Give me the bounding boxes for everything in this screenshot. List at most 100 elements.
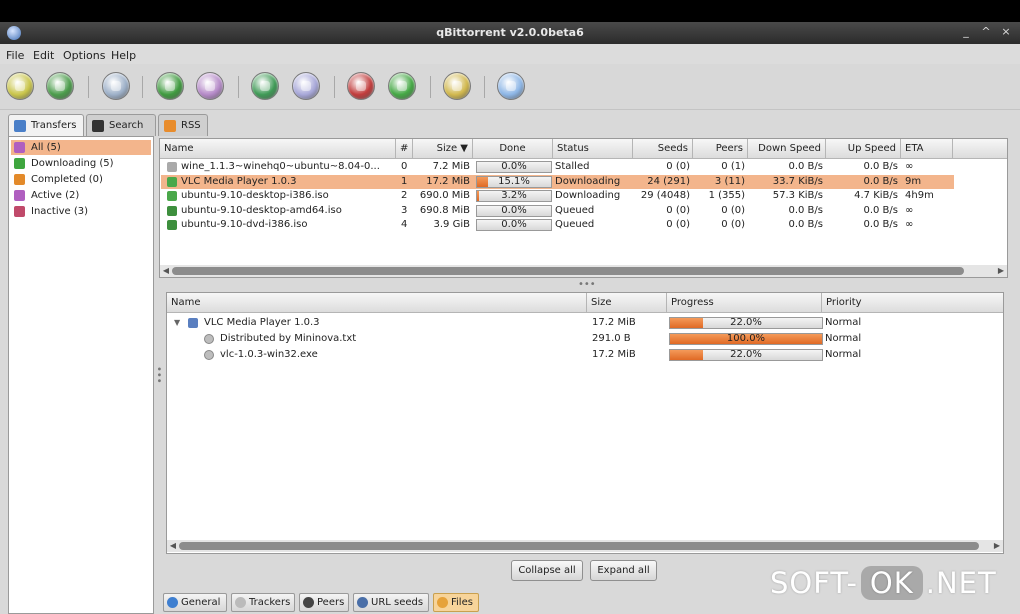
inactive-icon bbox=[14, 206, 25, 217]
collapse-all-button[interactable]: Collapse all bbox=[511, 560, 583, 581]
delete-button[interactable] bbox=[102, 72, 130, 100]
expand-arrow-icon[interactable]: ▼ bbox=[174, 315, 184, 329]
progress-label: 15.1% bbox=[498, 175, 530, 187]
app-window: qBittorrent v2.0.0beta6 _ ^ × File Edit … bbox=[0, 0, 1020, 614]
column-header-down-speed[interactable]: Down Speed bbox=[748, 139, 826, 159]
torrent-row[interactable]: VLC Media Player 1.0.3 1 17.2 MiB Downloadi… bbox=[161, 174, 954, 189]
torrent-peers: 3 (11) bbox=[714, 175, 745, 187]
start-all-button[interactable] bbox=[251, 72, 279, 100]
scrollbar-thumb[interactable] bbox=[179, 542, 979, 550]
exit-button[interactable] bbox=[497, 72, 525, 100]
file-progress-bar: 22.0% bbox=[669, 349, 823, 361]
progress-label: 22.0% bbox=[730, 349, 762, 360]
all-icon bbox=[14, 142, 25, 153]
column-header-peers[interactable]: Peers bbox=[693, 139, 748, 159]
preferences-button[interactable] bbox=[443, 72, 471, 100]
file-icon bbox=[204, 350, 214, 360]
progress-label: 100.0% bbox=[726, 333, 766, 344]
tab-general[interactable]: General bbox=[163, 593, 227, 612]
tab-files[interactable]: Files bbox=[433, 593, 479, 612]
torrent-row[interactable]: wine_1.1.3~winehq0~ubuntu~8.04-0... 0 7.2 … bbox=[161, 160, 954, 174]
scrollbar-thumb[interactable] bbox=[172, 267, 964, 275]
add-torrent-button[interactable] bbox=[6, 72, 34, 100]
scroll-left-icon[interactable]: ◀ bbox=[160, 265, 172, 277]
filter-downloading[interactable]: Downloading (5) bbox=[11, 156, 151, 171]
tab-rss[interactable]: RSS bbox=[158, 114, 208, 136]
tab-url-seeds[interactable]: URL seeds bbox=[353, 593, 429, 612]
scroll-right-icon[interactable]: ▶ bbox=[991, 540, 1003, 552]
watermark-left-text: SOFT- bbox=[770, 566, 858, 600]
torrent-peers: 0 (0) bbox=[721, 219, 745, 230]
menu-file[interactable]: File bbox=[6, 49, 24, 62]
column-header-done[interactable]: Done bbox=[473, 139, 553, 159]
column-header-status[interactable]: Status bbox=[553, 139, 633, 159]
close-icon[interactable]: × bbox=[998, 25, 1014, 39]
column-header-eta[interactable]: ETA bbox=[901, 139, 953, 159]
torrent-status: Queued bbox=[555, 204, 595, 216]
tab-trackers[interactable]: Trackers bbox=[231, 593, 295, 612]
tab-transfers[interactable]: Transfers bbox=[8, 114, 84, 137]
scroll-right-icon[interactable]: ▶ bbox=[995, 265, 1007, 277]
tab-label: Files bbox=[451, 597, 473, 608]
filter-inactive[interactable]: Inactive (3) bbox=[11, 204, 151, 219]
files-column-header-progress[interactable]: Progress bbox=[667, 293, 822, 313]
filter-label: Completed (0) bbox=[31, 174, 103, 185]
file-row[interactable]: ▼ VLC Media Player 1.0.3 17.2 MiB 22.0% Norm… bbox=[168, 315, 1002, 331]
torrent-status-icon bbox=[167, 220, 177, 230]
files-column-header-size[interactable]: Size bbox=[587, 293, 667, 313]
maximize-icon[interactable]: ^ bbox=[978, 25, 994, 39]
minimize-icon[interactable]: _ bbox=[958, 25, 974, 39]
rss-icon bbox=[164, 120, 176, 132]
watermark-ok-text: OK bbox=[860, 566, 923, 600]
torrent-peers: 0 (1) bbox=[721, 161, 745, 172]
pause-button[interactable] bbox=[196, 72, 224, 100]
vertical-splitter-handle[interactable]: ••• bbox=[153, 366, 164, 384]
tab-peers[interactable]: Peers bbox=[299, 593, 349, 612]
torrent-row[interactable]: ubuntu-9.10-desktop-i386.iso 2 690.0 MiB Do… bbox=[161, 189, 954, 203]
filter-active[interactable]: Active (2) bbox=[11, 188, 151, 203]
torrent-table: Name # Size ▼ Done Status Seeds Peers Do… bbox=[159, 138, 1008, 278]
files-horizontal-scrollbar[interactable]: ◀ ▶ bbox=[167, 540, 1003, 552]
toolbar bbox=[0, 64, 1020, 110]
menu-options[interactable]: Options bbox=[63, 49, 105, 62]
decrease-priority-button[interactable] bbox=[347, 72, 375, 100]
torrent-horizontal-scrollbar[interactable]: ◀ ▶ bbox=[160, 265, 1007, 277]
add-url-button[interactable] bbox=[46, 72, 74, 100]
file-priority: Normal bbox=[825, 333, 862, 344]
folder-icon bbox=[188, 318, 198, 328]
files-column-header-name[interactable]: Name bbox=[167, 293, 587, 313]
torrent-row[interactable]: ubuntu-9.10-desktop-amd64.iso 3 690.8 MiB Q… bbox=[161, 204, 954, 218]
expand-all-button[interactable]: Expand all bbox=[590, 560, 657, 581]
column-header-up-speed[interactable]: Up Speed bbox=[826, 139, 901, 159]
torrent-status: Downloading bbox=[555, 190, 621, 201]
torrent-status: Queued bbox=[555, 219, 595, 230]
filter-completed[interactable]: Completed (0) bbox=[11, 172, 151, 187]
menu-edit[interactable]: Edit bbox=[33, 49, 54, 62]
tab-rss-label: RSS bbox=[181, 120, 201, 131]
menu-help[interactable]: Help bbox=[111, 49, 136, 62]
info-icon bbox=[167, 597, 178, 608]
column-header-name[interactable]: Name bbox=[160, 139, 396, 159]
toolbar-separator bbox=[334, 76, 335, 98]
file-row[interactable]: Distributed by Mininova.txt 291.0 B 100.0%… bbox=[168, 331, 1002, 347]
column-header-size[interactable]: Size ▼ bbox=[413, 139, 473, 159]
column-header-number[interactable]: # bbox=[396, 139, 413, 159]
torrent-seeds: 0 (0) bbox=[666, 219, 690, 230]
tab-label: Peers bbox=[317, 597, 345, 608]
status-filter-list: All (5) Downloading (5) Completed (0) Ac… bbox=[8, 136, 154, 614]
filter-all[interactable]: All (5) bbox=[11, 140, 151, 155]
scroll-left-icon[interactable]: ◀ bbox=[167, 540, 179, 552]
start-button[interactable] bbox=[156, 72, 184, 100]
horizontal-splitter-handle[interactable]: ••• bbox=[578, 279, 596, 290]
torrent-size: 690.8 MiB bbox=[419, 204, 470, 216]
tab-search[interactable]: Search bbox=[86, 114, 156, 136]
torrent-name: wine_1.1.3~winehq0~ubuntu~8.04-0... bbox=[181, 161, 380, 172]
pause-all-button[interactable] bbox=[292, 72, 320, 100]
watermark-logo: SOFT- OK .NET bbox=[770, 566, 997, 608]
column-header-seeds[interactable]: Seeds bbox=[633, 139, 693, 159]
torrent-up-speed: 0.0 B/s bbox=[863, 219, 898, 230]
file-row[interactable]: vlc-1.0.3-win32.exe 17.2 MiB 22.0% Normal bbox=[168, 347, 1002, 363]
torrent-row[interactable]: ubuntu-9.10-dvd-i386.iso 4 3.9 GiB Queued 0 … bbox=[161, 218, 954, 232]
files-column-header-priority[interactable]: Priority bbox=[822, 293, 1003, 313]
increase-priority-button[interactable] bbox=[388, 72, 416, 100]
